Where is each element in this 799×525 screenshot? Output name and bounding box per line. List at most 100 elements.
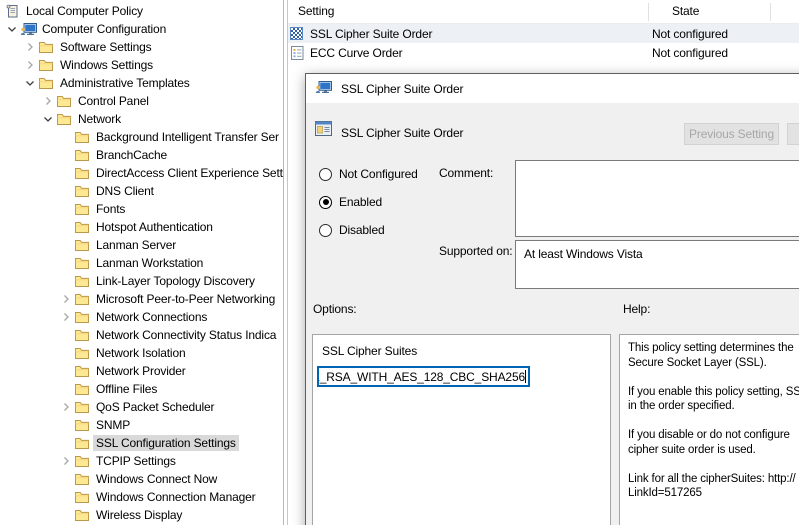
tree-item-label[interactable]: TCPIP Settings: [93, 453, 179, 469]
radio-label: Enabled: [339, 195, 382, 209]
previous-setting-button[interactable]: Previous Setting: [684, 123, 779, 145]
tree-item[interactable]: Administrative Templates: [0, 74, 283, 92]
tree-item[interactable]: Microsoft Peer-to-Peer Networking: [0, 290, 283, 308]
column-header-setting[interactable]: Setting: [298, 4, 334, 18]
column-separator[interactable]: [770, 3, 771, 21]
tree-item-label[interactable]: Windows Settings: [57, 57, 156, 73]
tree-item[interactable]: QoS Packet Scheduler: [0, 398, 283, 416]
column-separator[interactable]: [648, 3, 649, 21]
tree-item[interactable]: SNMP: [0, 416, 283, 434]
setting-row[interactable]: ECC Curve Order Not configured: [288, 43, 799, 62]
chevron-collapsed-icon[interactable]: [58, 453, 74, 469]
chevron-collapsed-icon[interactable]: [22, 57, 38, 73]
tree-item[interactable]: Network Connections: [0, 308, 283, 326]
chevron-expanded-icon[interactable]: [22, 75, 38, 91]
tree-item-label[interactable]: Network: [75, 111, 124, 127]
tree-item-label[interactable]: SSL Configuration Settings: [93, 435, 239, 451]
chevron-expanded-icon[interactable]: [4, 21, 20, 37]
tree-item[interactable]: Software Settings: [0, 38, 283, 56]
tree-item-label[interactable]: DirectAccess Client Experience Sett: [93, 165, 283, 181]
tree-item[interactable]: DNS Client: [0, 182, 283, 200]
chevron-collapsed-icon[interactable]: [58, 309, 74, 325]
tree-item-label[interactable]: Windows Connection Manager: [93, 489, 259, 505]
tree-item[interactable]: Offline Files: [0, 380, 283, 398]
tree-item-label[interactable]: Software Settings: [57, 39, 155, 55]
chevron-expanded-icon[interactable]: [40, 111, 56, 127]
tree-item[interactable]: Network Provider: [0, 362, 283, 380]
tree-item-label[interactable]: BranchCache: [93, 147, 170, 163]
tree-item[interactable]: TCPIP Settings: [0, 452, 283, 470]
tree-item-label[interactable]: Computer Configuration: [39, 21, 169, 37]
tree-item-label[interactable]: DNS Client: [93, 183, 157, 199]
next-setting-button[interactable]: [787, 123, 799, 145]
tree-item-label[interactable]: Link-Layer Topology Discovery: [93, 273, 258, 289]
tree-item[interactable]: Link-Layer Topology Discovery: [0, 272, 283, 290]
tree-item[interactable]: Lanman Workstation: [0, 254, 283, 272]
folder-icon: [74, 345, 93, 361]
tree-item-label[interactable]: Local Computer Policy: [23, 3, 146, 19]
radio-circle-icon[interactable]: [319, 195, 332, 209]
folder-icon: [74, 435, 93, 451]
help-line: If you enable this policy setting, SS: [628, 385, 799, 398]
tree-item-label[interactable]: Microsoft Peer-to-Peer Networking: [93, 291, 278, 307]
help-line: cipher suite order is used.: [628, 443, 756, 456]
tree-item-label[interactable]: Wireless Display: [93, 507, 185, 523]
supported-on-box: At least Windows Vista: [515, 240, 799, 289]
tree-item-label[interactable]: Lanman Workstation: [93, 255, 206, 271]
setting-name[interactable]: ECC Curve Order: [310, 46, 403, 60]
tree-item[interactable]: Windows Connection Manager: [0, 488, 283, 506]
folder-icon: [74, 255, 93, 271]
tree-item-label[interactable]: Windows Connect Now: [93, 471, 220, 487]
radio-disabled[interactable]: Disabled: [319, 222, 385, 238]
tree-item-label[interactable]: Fonts: [93, 201, 128, 217]
comment-input[interactable]: [515, 160, 799, 237]
tree-item-label[interactable]: Network Connectivity Status Indica: [93, 327, 279, 343]
folder-icon: [74, 183, 93, 199]
tree-item[interactable]: Control Panel: [0, 92, 283, 110]
tree-item-label[interactable]: Background Intelligent Transfer Ser: [93, 129, 282, 145]
tree-item[interactable]: Wireless Display: [0, 506, 283, 524]
tree-item-label[interactable]: Network Isolation: [93, 345, 189, 361]
tree-item-label[interactable]: Administrative Templates: [57, 75, 193, 91]
chevron-placeholder: [58, 129, 74, 145]
chevron-collapsed-icon[interactable]: [58, 399, 74, 415]
tree-item-label[interactable]: Control Panel: [75, 93, 152, 109]
tree-item-label[interactable]: QoS Packet Scheduler: [93, 399, 217, 415]
tree-item[interactable]: Network: [0, 110, 283, 128]
chevron-collapsed-icon[interactable]: [58, 291, 74, 307]
folder-icon: [74, 129, 93, 145]
radio-not-configured[interactable]: Not Configured: [319, 166, 418, 182]
chevron-collapsed-icon[interactable]: [22, 39, 38, 55]
tree-item-label[interactable]: SNMP: [93, 417, 133, 433]
tree-item[interactable]: Background Intelligent Transfer Ser: [0, 128, 283, 146]
tree-item-label[interactable]: Lanman Server: [93, 237, 179, 253]
tree-item[interactable]: Hotspot Authentication: [0, 218, 283, 236]
radio-circle-icon[interactable]: [319, 167, 332, 181]
gpedit-window: Local Computer Policy Computer Configurat…: [0, 0, 799, 525]
chevron-placeholder: [58, 363, 74, 379]
tree-item-label[interactable]: Offline Files: [93, 381, 160, 397]
tree-item[interactable]: Lanman Server: [0, 236, 283, 254]
tree-item-label[interactable]: Network Provider: [93, 363, 189, 379]
column-header-state[interactable]: State: [672, 4, 699, 18]
tree-item[interactable]: Windows Connect Now: [0, 470, 283, 488]
tree-item[interactable]: DirectAccess Client Experience Sett: [0, 164, 283, 182]
dialog-titlebar[interactable]: SSL Cipher Suite Order: [306, 74, 799, 103]
tree-item[interactable]: Network Connectivity Status Indica: [0, 326, 283, 344]
tree-item[interactable]: BranchCache: [0, 146, 283, 164]
tree-item[interactable]: Computer Configuration: [0, 20, 283, 38]
tree-item[interactable]: SSL Configuration Settings: [0, 434, 283, 452]
chevron-collapsed-icon[interactable]: [40, 93, 56, 109]
tree-item-label[interactable]: Hotspot Authentication: [93, 219, 216, 235]
setting-row[interactable]: SSL Cipher Suite Order Not configured: [288, 24, 799, 43]
radio-enabled[interactable]: Enabled: [319, 194, 382, 210]
tree-item-label[interactable]: Network Connections: [93, 309, 210, 325]
tree-item[interactable]: Fonts: [0, 200, 283, 218]
setting-name[interactable]: SSL Cipher Suite Order: [310, 27, 432, 41]
ssl-cipher-suites-input[interactable]: CDHE_RSA_WITH_AES_128_CBC_SHA256: [317, 366, 530, 387]
tree-item[interactable]: Windows Settings: [0, 56, 283, 74]
help-line: in the order specified.: [628, 400, 735, 412]
tree-item[interactable]: Local Computer Policy: [0, 2, 283, 20]
tree-item[interactable]: Network Isolation: [0, 344, 283, 362]
radio-circle-icon[interactable]: [319, 223, 332, 237]
